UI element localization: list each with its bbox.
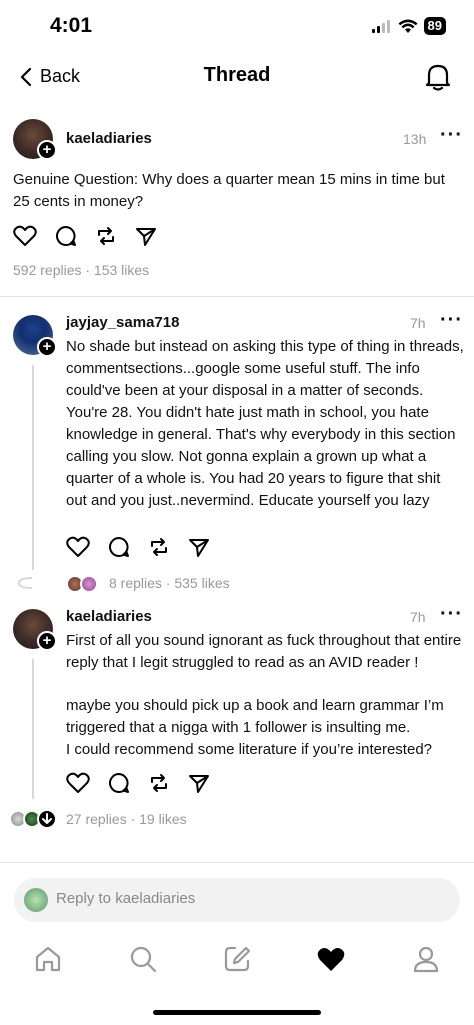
battery-indicator: 89 xyxy=(423,17,446,35)
status-bar: 4:01 89 xyxy=(0,0,474,52)
reply-text: First of all you sound ignorant as fuck … xyxy=(66,632,462,671)
expand-replies-button[interactable] xyxy=(37,809,57,829)
reply-username[interactable]: kaeladiaries xyxy=(66,608,152,625)
tab-profile[interactable] xyxy=(411,944,441,979)
post-actions xyxy=(13,225,157,247)
reply-text: maybe you should pick up a book and lear… xyxy=(66,697,444,736)
post-text: Genuine Question: Why does a quarter mea… xyxy=(13,171,445,210)
like-icon[interactable] xyxy=(66,772,90,794)
reply-meta[interactable]: 27 replies · 19 likes xyxy=(66,811,187,827)
reply-meta[interactable]: 8 replies · 535 likes xyxy=(109,575,230,591)
more-options-icon[interactable]: ··· xyxy=(440,603,463,626)
reply-actions xyxy=(66,772,210,794)
bell-icon xyxy=(425,64,451,91)
divider xyxy=(0,296,474,297)
heart-icon xyxy=(317,948,345,971)
comment-icon[interactable] xyxy=(108,772,130,794)
more-options-icon[interactable]: ··· xyxy=(440,124,463,147)
tab-compose[interactable] xyxy=(222,944,252,979)
tab-home[interactable] xyxy=(33,944,63,979)
post-time: 13h xyxy=(403,131,427,147)
share-icon[interactable] xyxy=(188,772,210,794)
notifications-button[interactable] xyxy=(424,62,452,97)
arrow-down-icon xyxy=(42,813,52,824)
reply-input[interactable]: Reply to kaeladiaries xyxy=(14,878,460,922)
like-icon[interactable] xyxy=(66,536,90,558)
reply-time: 7h xyxy=(410,315,426,331)
tab-activity[interactable] xyxy=(316,944,346,979)
repost-icon[interactable] xyxy=(148,536,170,558)
reply-username[interactable]: jayjay_sama718 xyxy=(66,314,179,331)
replier-avatar xyxy=(80,575,98,593)
repost-icon[interactable] xyxy=(148,772,170,794)
avatar xyxy=(24,888,48,912)
follow-plus-icon[interactable]: + xyxy=(37,631,57,651)
repost-icon[interactable] xyxy=(95,225,117,247)
more-options-icon[interactable]: ··· xyxy=(440,309,463,332)
comment-icon[interactable] xyxy=(55,225,77,247)
thread-line xyxy=(32,365,34,570)
compose-icon xyxy=(224,946,251,972)
reply-text: I could recommend some literature if you… xyxy=(66,741,433,758)
tab-search[interactable] xyxy=(128,944,158,979)
post-meta[interactable]: 592 replies · 153 likes xyxy=(13,262,149,278)
status-time: 4:01 xyxy=(50,14,93,37)
profile-icon xyxy=(413,946,439,973)
signal-icon xyxy=(371,20,390,33)
home-icon xyxy=(35,946,61,972)
reply-placeholder: Reply to kaeladiaries xyxy=(56,890,196,907)
share-icon[interactable] xyxy=(188,536,210,558)
divider xyxy=(0,862,474,863)
reply-text: No shade but instead on asking this type… xyxy=(66,338,464,509)
tab-bar xyxy=(0,940,474,980)
nav-bar: Back Thread xyxy=(0,56,474,100)
thread-line xyxy=(32,659,34,799)
reply-actions xyxy=(66,536,210,558)
home-indicator xyxy=(153,1010,321,1015)
follow-plus-icon[interactable]: + xyxy=(37,337,57,357)
page-title: Thread xyxy=(203,64,271,86)
post-username[interactable]: kaeladiaries xyxy=(66,130,152,147)
follow-plus-icon[interactable]: + xyxy=(37,140,57,160)
status-icons: 89 xyxy=(371,17,446,35)
share-icon[interactable] xyxy=(135,225,157,247)
thread-curl-icon xyxy=(17,577,33,589)
like-icon[interactable] xyxy=(13,225,37,247)
search-icon xyxy=(130,946,157,973)
wifi-icon xyxy=(398,19,418,33)
reply-time: 7h xyxy=(410,609,426,625)
comment-icon[interactable] xyxy=(108,536,130,558)
